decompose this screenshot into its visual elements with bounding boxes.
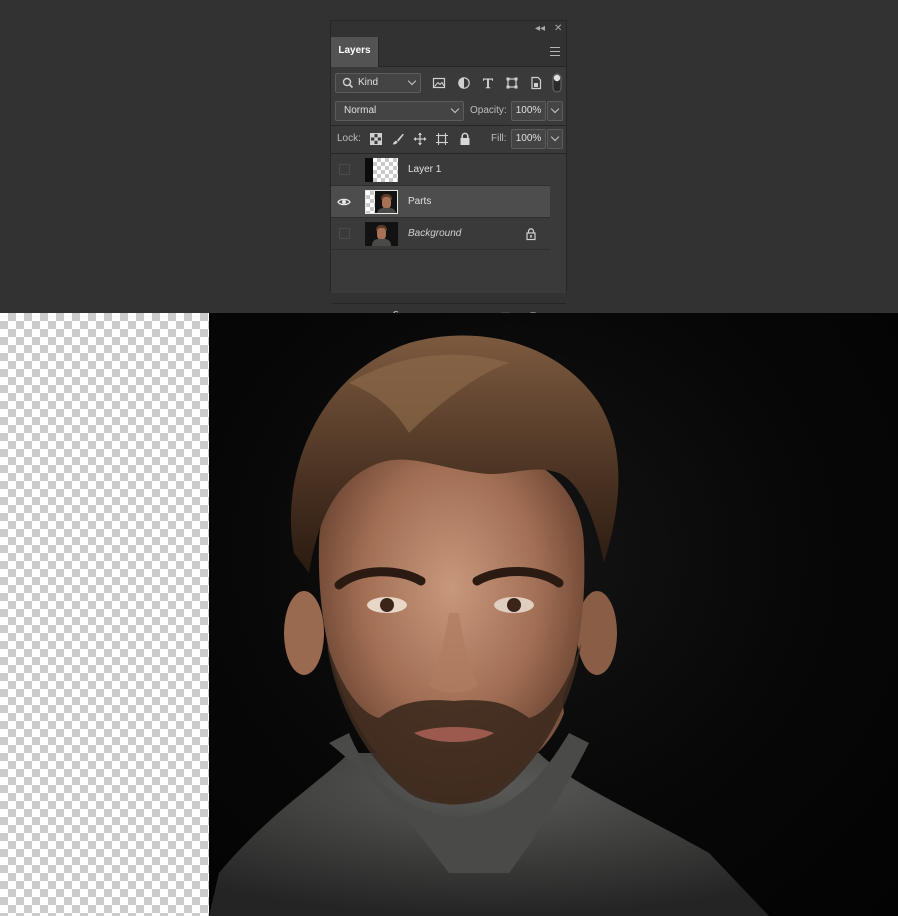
fill-input[interactable]: 100% [511,129,546,149]
collapse-icon[interactable]: ◂◂ [535,23,545,35]
divider [331,303,566,304]
layer-row-parts[interactable]: Parts [331,186,550,218]
image-filter-icon[interactable] [432,76,446,90]
type-filter-icon[interactable] [481,76,495,90]
lock-artboard-icon[interactable] [435,132,449,146]
layer-thumbnail [365,222,398,246]
layer-row-layer-1[interactable]: Layer 1 [331,154,550,186]
portrait-thumbnail [365,222,398,246]
layer-thumbnail [365,158,398,182]
layer-name[interactable]: Layer 1 [408,154,441,186]
chevron-down-icon [450,104,460,114]
panel-header: ◂◂ ✕ [331,21,566,37]
lock-transparent-icon[interactable] [369,132,383,146]
portrait-thumbnail [375,191,397,213]
blend-row: Normal Opacity: 100% [331,100,566,122]
layer-name[interactable]: Background [408,218,461,250]
lock-label: Lock: [337,133,361,144]
chevron-down-icon [550,132,560,142]
layers-panel: ◂◂ ✕ Layers Kind Normal Opacity: 100% Lo… [330,20,567,326]
layer-row-background[interactable]: Background [331,218,550,250]
shape-filter-icon[interactable] [505,76,519,90]
eye-icon[interactable] [337,195,351,209]
opacity-label: Opacity: [470,105,507,116]
filter-row: Kind [331,72,566,94]
kind-filter-select[interactable]: Kind [335,73,421,93]
lock-icon[interactable] [524,227,538,241]
transparent-area [0,313,209,916]
search-icon [341,76,355,90]
fill-dropdown[interactable] [547,129,563,149]
filter-toggle-icon[interactable] [552,73,562,93]
smart-object-filter-icon[interactable] [529,76,543,90]
portrait-photo [209,313,898,916]
layer-name[interactable]: Parts [408,186,431,218]
lock-row: Lock: Fill: 100% [331,128,566,150]
lock-position-icon[interactable] [413,132,427,146]
chevron-down-icon [407,76,417,86]
tab-layers[interactable]: Layers [331,37,379,67]
blend-mode-value: Normal [344,105,377,116]
kind-filter-label: Kind [358,77,379,88]
portrait-illustration [209,335,769,916]
panel-menu-icon[interactable] [550,47,560,56]
visibility-toggle[interactable] [339,228,350,239]
opacity-dropdown[interactable] [547,101,563,121]
document-canvas[interactable] [0,313,898,916]
fill-label: Fill: [491,133,507,144]
adjustment-filter-icon[interactable] [457,76,471,90]
divider [331,125,566,126]
blend-mode-select[interactable]: Normal [335,101,464,121]
panel-tabbar: Layers [331,37,566,67]
opacity-input[interactable]: 100% [511,101,546,121]
lock-all-icon[interactable] [458,132,472,146]
layers-panel-body: Kind Normal Opacity: 100% Lock: Fill: 10… [331,67,566,326]
layer-thumbnail [365,190,398,214]
lock-image-icon[interactable] [391,132,405,146]
chevron-down-icon [550,104,560,114]
visibility-toggle[interactable] [339,164,350,175]
close-icon[interactable]: ✕ [554,23,562,35]
